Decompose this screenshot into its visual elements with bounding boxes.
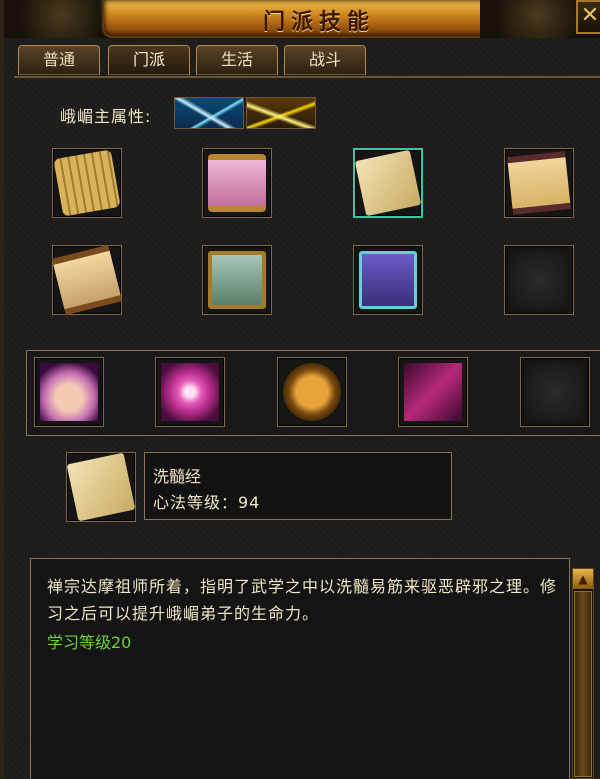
gift-book-icon[interactable] [353, 245, 423, 315]
sect-skills-window: 门派技能 ✕ 普通 门派 生活 战斗 峨嵋主属性: 洗髓经 心法等级：94 禅宗… [0, 0, 600, 779]
skill-description-panel: 禅宗达摩祖师所着，指明了武学之中以洗髓易筋来驱恶辟邪之理。修习之后可以提升峨嵋弟… [30, 558, 570, 779]
empty-combat-slot [520, 357, 590, 427]
learn-requirement: 学习等级20 [47, 633, 132, 652]
empty-skill-slot [504, 245, 574, 315]
selected-skill-info: 洗髓经 心法等级：94 [144, 452, 452, 520]
paper-book-icon[interactable] [353, 148, 423, 218]
tab-life[interactable]: 生活 [196, 45, 278, 75]
title-ornament-left [4, 0, 100, 38]
skill-description: 禅宗达摩祖师所着，指明了武学之中以洗髓易筋来驱恶辟邪之理。修习之后可以提升峨嵋弟… [47, 577, 558, 623]
palm-icon[interactable] [34, 357, 104, 427]
needle-icon[interactable] [398, 357, 468, 427]
palm-art [40, 363, 98, 421]
paper-book-art [354, 149, 422, 217]
hand-ring-art [161, 363, 219, 421]
calligraphy-scroll-art [51, 244, 123, 316]
scroll-up-icon[interactable]: ▲ [573, 569, 593, 589]
tortoise-shell-icon[interactable] [277, 357, 347, 427]
tortoise-shell-art [283, 363, 341, 421]
title-bar: 门派技能 ✕ [4, 0, 600, 38]
paper-book-art [66, 452, 136, 522]
window-title: 门派技能 [262, 10, 375, 35]
needle-art [404, 363, 462, 421]
skill-level: 心法等级：94 [153, 493, 261, 512]
selected-skill-icon [66, 452, 136, 522]
skill-name: 洗髓经 [153, 467, 202, 486]
gift-book-art [359, 251, 417, 309]
empty-slot-art [510, 251, 568, 309]
tab-normal[interactable]: 普通 [18, 45, 100, 75]
bamboo-scroll-art [53, 149, 121, 217]
ice-attribute-icon[interactable] [174, 97, 244, 129]
tab-sect[interactable]: 门派 [108, 45, 190, 75]
empty-slot-art [526, 363, 584, 421]
pink-scroll-icon[interactable] [202, 148, 272, 218]
bamboo-scroll-icon[interactable] [52, 148, 122, 218]
title-plate: 门派技能 [102, 0, 536, 38]
sect-attribute-label: 峨嵋主属性: [60, 107, 152, 126]
hand-ring-icon[interactable] [155, 357, 225, 427]
thunder-attribute-icon[interactable] [246, 97, 316, 129]
boxed-book-art [208, 251, 266, 309]
pink-scroll-art [208, 154, 266, 212]
close-button[interactable]: ✕ [576, 0, 600, 34]
title-ornament-right [480, 0, 576, 38]
figure-scroll-icon[interactable] [504, 148, 574, 218]
calligraphy-scroll-icon[interactable] [51, 244, 123, 316]
description-scrollbar[interactable]: ▲ [572, 568, 594, 779]
boxed-book-icon[interactable] [202, 245, 272, 315]
scroll-thumb[interactable] [574, 591, 592, 777]
tab-divider [14, 76, 600, 78]
close-icon: ✕ [580, 3, 600, 28]
tab-combat[interactable]: 战斗 [284, 45, 366, 75]
figure-scroll-art [507, 151, 571, 215]
